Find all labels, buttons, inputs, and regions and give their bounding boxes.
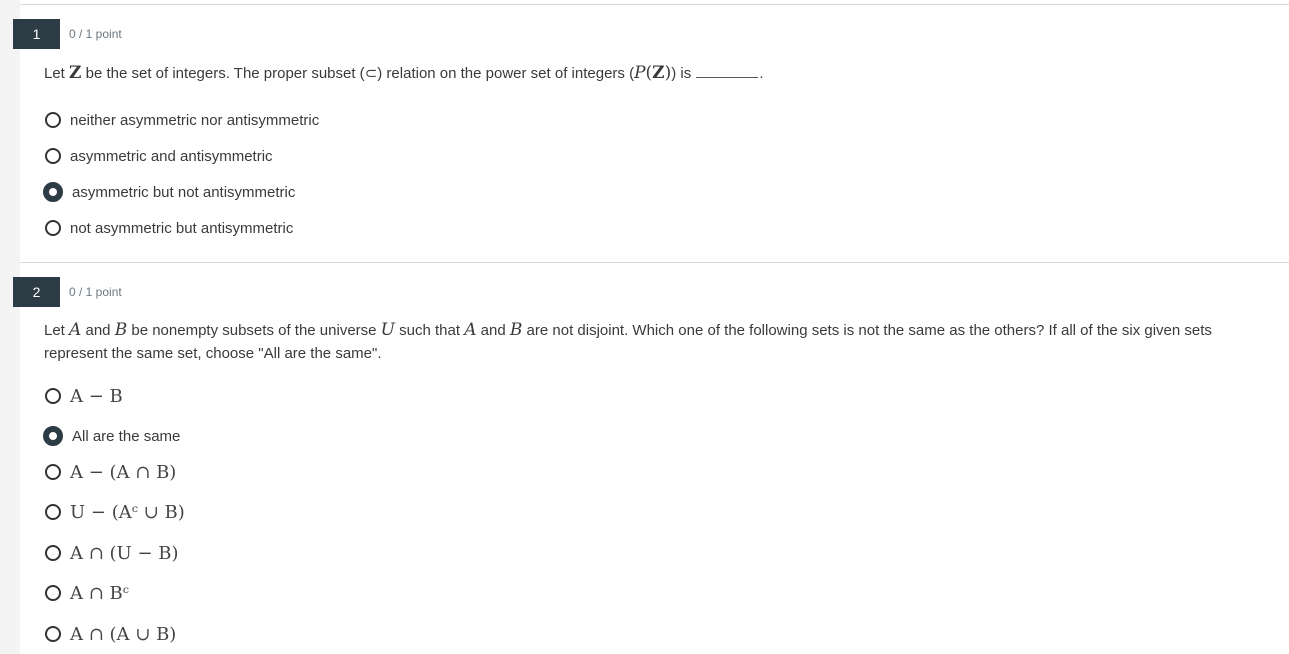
math-universe: U — [380, 320, 395, 340]
radio-button[interactable] — [45, 585, 61, 601]
text-segment: and — [476, 322, 510, 339]
option-label: A ∩ (A ∪ B) — [70, 623, 177, 645]
radio-button[interactable] — [45, 464, 61, 480]
answer-option[interactable]: U − (Aᶜ ∪ B) — [45, 500, 185, 524]
text-segment: and — [81, 322, 115, 339]
math-set-a: A — [69, 320, 82, 340]
text-segment: be the set of integers. The proper subse… — [81, 65, 365, 82]
text-segment: be nonempty subsets of the universe — [127, 322, 381, 339]
text-segment: . — [759, 65, 764, 82]
radio-button[interactable] — [45, 626, 61, 642]
question-text: Let Z be the set of integers. The proper… — [44, 62, 1265, 85]
subset-symbol: ⊂ — [364, 65, 378, 82]
answer-blank — [696, 77, 759, 78]
answer-option[interactable]: neither asymmetric nor antisymmetric — [45, 108, 319, 132]
option-label: neither asymmetric nor antisymmetric — [70, 111, 320, 129]
text-segment: such that — [395, 322, 465, 339]
answer-option[interactable]: A ∩ Bᶜ — [45, 581, 129, 605]
option-label: not asymmetric but antisymmetric — [70, 219, 294, 237]
option-label: U − (Aᶜ ∪ B) — [70, 501, 185, 523]
radio-button[interactable] — [45, 220, 61, 236]
math-set-b: B — [509, 320, 523, 340]
answer-option[interactable]: A − B — [45, 384, 123, 408]
answer-option-selected[interactable]: All are the same — [43, 424, 181, 448]
question-number-badge: 1 — [13, 19, 60, 49]
math-integers: Z — [652, 63, 665, 83]
question-number-badge: 2 — [13, 277, 60, 307]
radio-button-selected[interactable] — [43, 426, 63, 446]
text-segment: Let — [44, 65, 70, 82]
option-label: A − B — [70, 385, 123, 407]
answer-option[interactable]: A ∩ (A ∪ B) — [45, 622, 176, 646]
math-set-b: B — [114, 320, 128, 340]
radio-button[interactable] — [45, 148, 61, 164]
option-label: A ∩ Bᶜ — [70, 582, 129, 604]
text-segment: Let — [44, 322, 70, 339]
radio-button-selected[interactable] — [43, 182, 63, 202]
answer-option[interactable]: A ∩ (U − B) — [45, 541, 179, 565]
option-label: A − (A ∩ B) — [70, 461, 177, 483]
radio-button[interactable] — [45, 545, 61, 561]
text-segment: ) is — [671, 65, 696, 82]
divider — [20, 4, 1289, 5]
answer-option[interactable]: asymmetric and antisymmetric — [45, 144, 273, 168]
answer-option[interactable]: not asymmetric but antisymmetric — [45, 216, 293, 240]
option-label: asymmetric and antisymmetric — [70, 147, 273, 165]
divider — [20, 262, 1289, 263]
answer-option[interactable]: A − (A ∩ B) — [45, 460, 176, 484]
math-set-a: A — [464, 320, 477, 340]
text-segment: ) relation on the power set of integers … — [377, 65, 635, 82]
radio-button[interactable] — [45, 504, 61, 520]
option-label: All are the same — [72, 427, 181, 445]
radio-button[interactable] — [45, 112, 61, 128]
question-text: Let A and B be nonempty subsets of the u… — [44, 319, 1265, 365]
math-integers: Z — [69, 63, 82, 83]
answer-option-selected[interactable]: asymmetric but not antisymmetric — [43, 180, 296, 204]
radio-button[interactable] — [45, 388, 61, 404]
math-power-set: P — [634, 63, 646, 83]
question-points: 0 / 1 point — [69, 285, 122, 299]
option-label: asymmetric but not antisymmetric — [72, 183, 296, 201]
option-label: A ∩ (U − B) — [70, 542, 179, 564]
question-points: 0 / 1 point — [69, 27, 122, 41]
